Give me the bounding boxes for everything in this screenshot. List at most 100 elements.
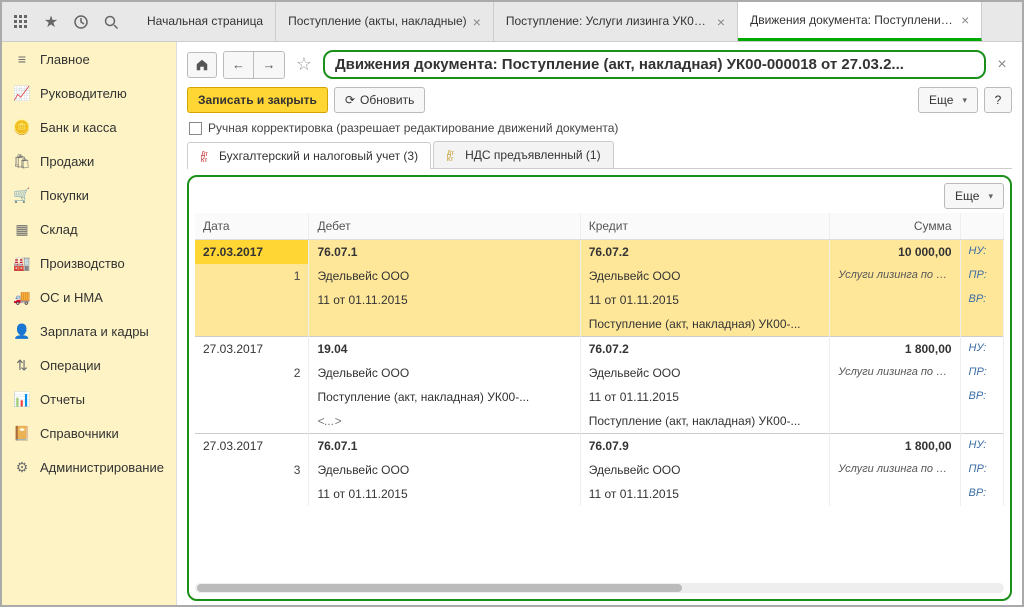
table-row[interactable]: 27.03.201776.07.176.07.91 800,00НУ: [195,434,1004,459]
back-button[interactable]: ← [224,52,254,78]
table-row[interactable]: Поступление (акт, накладная) УК00-... [195,312,1004,337]
sidebar-item-7[interactable]: 🚚ОС и НМА [2,280,176,314]
tab-1[interactable]: Поступление (акты, накладные) × [276,2,494,41]
sidebar-label: Справочники [40,426,119,441]
sidebar-item-8[interactable]: 👤 Зарплата и кадры [2,314,176,348]
cell-debit: Эдельвейс ООО [309,458,580,482]
table-row[interactable]: 2Эдельвейс ОООЭдельвейс ОООУслуги лизинг… [195,361,1004,385]
sidebar-item-1[interactable]: 📈Руководителю [2,76,176,110]
col-date[interactable]: Дата [195,213,309,240]
close-content-button[interactable]: × [992,56,1012,74]
cell-debit: 76.07.1 [309,434,580,459]
tab-close-icon[interactable]: × [473,14,481,30]
sidebar-label: Зарплата и кадры [40,324,149,339]
favorite-button[interactable]: ☆ [291,52,317,78]
actionbar: Записать и закрыть ⟳ Обновить Еще ? [187,87,1012,113]
sidebar-item-6[interactable]: 🏭Производство [2,246,176,280]
table-row[interactable]: 3Эдельвейс ОООЭдельвейс ОООУслуги лизинг… [195,458,1004,482]
h-scrollbar[interactable] [195,583,1004,593]
sidebar-icon: 🛒 [14,187,30,203]
sidebar-item-2[interactable]: 🪙Банк и касса [2,110,176,144]
tab-2[interactable]: Поступление: Услуги лизинга УК00-000018 … [494,2,738,41]
tab-close-icon[interactable]: × [717,14,725,30]
manual-edit-label: Ручная корректировка (разрешает редактир… [208,121,618,135]
cell-debit: Эдельвейс ООО [309,264,580,288]
sidebar-item-9[interactable]: ⇅Операции [2,348,176,382]
titlebar: ← → ☆ Движения документа: Поступление (а… [187,50,1012,79]
home-button[interactable] [187,52,217,78]
cell-credit: 11 от 01.11.2015 [580,482,830,506]
sidebar-item-10[interactable]: 📊Отчеты [2,382,176,416]
cell-sum [830,312,960,337]
h-scrollbar-thumb[interactable] [197,584,682,592]
cell-flag: ВР: [960,385,1003,409]
sidebar-icon: 🚚 [14,289,30,305]
more-button[interactable]: Еще [918,87,978,113]
sidebar-icon: ⚙ [14,459,30,475]
col-sum[interactable]: Сумма [830,213,960,240]
cell-sum: 1 800,00 [830,434,960,459]
tab-label: Поступление (акты, накладные) [288,14,467,28]
svg-text:Кт: Кт [447,157,453,161]
tab-0[interactable]: Начальная страница [135,2,276,41]
cell-sum: Услуги лизинга по вх.д. 23 от 27.03.2017 [830,361,960,409]
cell-credit: Эдельвейс ООО [580,458,830,482]
table-area: Еще Дата Дебет Кредит Сумма [187,175,1012,601]
subtab-0[interactable]: ДтКтБухгалтерский и налоговый учет (3) [187,142,431,169]
svg-text:Кт: Кт [201,158,207,162]
manual-edit-checkbox[interactable] [189,122,202,135]
sidebar-item-12[interactable]: ⚙ Администрирование [2,450,176,484]
sidebar-icon: 👤 [14,323,30,339]
tab-close-icon[interactable]: × [961,12,969,28]
sidebar-label: Отчеты [40,392,85,407]
cell-sum [830,409,960,434]
subtab-1[interactable]: ДтКтНДС предъявленный (1) [433,141,613,168]
table-row[interactable]: 1Эдельвейс ОООЭдельвейс ОООУслуги лизинг… [195,264,1004,288]
apps-icon[interactable] [7,8,35,36]
cell-debit: 11 от 01.11.2015 [309,288,580,312]
sidebar-item-0[interactable]: ≡Главное [2,42,176,76]
sidebar-icon: 🛍 [14,153,30,169]
table-row[interactable]: 27.03.201719.0476.07.21 800,00НУ: [195,337,1004,362]
table-more-button[interactable]: Еще [944,183,1004,209]
col-credit[interactable]: Кредит [580,213,830,240]
col-debit[interactable]: Дебет [309,213,580,240]
save-close-button[interactable]: Записать и закрыть [187,87,328,113]
cell-flag: НУ: [960,337,1003,362]
sidebar-item-4[interactable]: 🛒Покупки [2,178,176,212]
sidebar-label: Производство [40,256,125,271]
cell-date: 27.03.2017 [195,337,309,362]
tabbar: Начальная страница Поступление (акты, нак… [135,2,1022,41]
cell-flag: НУ: [960,434,1003,459]
cell-debit [309,312,580,337]
search-icon[interactable] [97,8,125,36]
forward-button[interactable]: → [254,52,284,78]
subtab-icon: ДтКт [200,149,214,163]
cell-flag: ПР: [960,264,1003,288]
tab-label: Начальная страница [147,14,263,28]
sidebar-label: Администрирование [40,460,164,475]
col-flag [960,213,1003,240]
sidebar-item-11[interactable]: 📔Справочники [2,416,176,450]
table-row[interactable]: <...>Поступление (акт, накладная) УК00-.… [195,409,1004,434]
sidebar-item-3[interactable]: 🛍 Продажи [2,144,176,178]
tab-3[interactable]: Движения документа: Поступление (акт, на… [738,2,982,41]
manual-edit-row: Ручная корректировка (разрешает редактир… [187,121,1012,135]
sidebar-label: Продажи [40,154,94,169]
cell-sum: Услуги лизинга по вх.д. 23 от 27.03.2017 [830,264,960,312]
sidebar-item-5[interactable]: ▦Склад [2,212,176,246]
history-icon[interactable] [67,8,95,36]
topbar: ★ Начальная страница Поступление (акты, н… [2,2,1022,42]
cell-date: 27.03.2017 [195,434,309,459]
cell-date [195,288,309,312]
table-row[interactable]: 27.03.201776.07.176.07.210 000,00НУ: [195,240,1004,265]
tab-label: Поступление: Услуги лизинга УК00-000018 … [506,14,711,28]
cell-debit: <...> [309,409,580,434]
cell-debit: 19.04 [309,337,580,362]
cell-credit: 76.07.9 [580,434,830,459]
help-button[interactable]: ? [984,87,1012,113]
refresh-button[interactable]: ⟳ Обновить [334,87,425,113]
cell-date [195,482,309,506]
cell-debit: Поступление (акт, накладная) УК00-... [309,385,580,409]
star-icon[interactable]: ★ [37,8,65,36]
